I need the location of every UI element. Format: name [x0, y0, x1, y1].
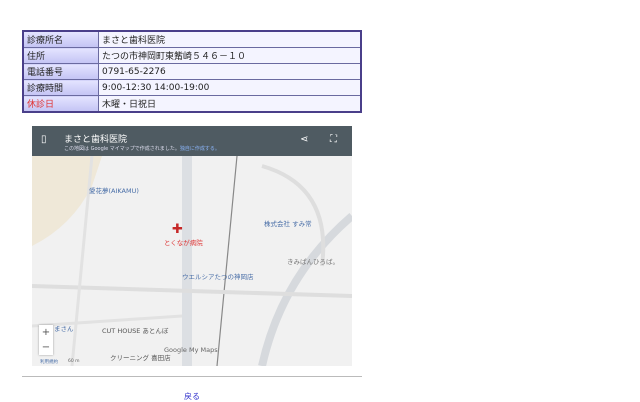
embedded-map[interactable]: ▯ まさと歯科医院 この地図は Google マイマップで作成されました。独自に… [32, 126, 352, 366]
map-label[interactable]: とくなが病院 [164, 237, 203, 247]
row-label: 電話番号 [22, 63, 99, 80]
map-label[interactable]: CUT HOUSE あとんぼ [102, 325, 168, 335]
row-label: 診療所名 [22, 30, 99, 48]
map-subtitle: この地図は Google マイマップで作成されました。 [64, 146, 180, 152]
map-label[interactable]: クリーニング 喜田店 [110, 352, 171, 362]
row-value: 木曜・日祝日 [98, 95, 362, 113]
row-label: 診療時間 [22, 79, 99, 96]
table-row: 休診日 木曜・日祝日 [22, 95, 362, 113]
map-label[interactable]: ウエルシアたつの神岡店 [182, 271, 254, 281]
clinic-info-table: 診療所名 まさと歯科医院 住所 たつの市神岡町東觜崎５４６－１０ 電話番号 0791-65… [22, 30, 362, 113]
table-row: 診療時間 9:00-12:30 14:00-19:00 [22, 79, 362, 96]
fullscreen-icon[interactable]: ⛶ [330, 134, 337, 145]
share-icon[interactable]: ⋖ [300, 134, 308, 145]
zoom-out-button[interactable]: − [39, 340, 53, 355]
map-label[interactable]: まさん [54, 323, 74, 333]
table-row: 電話番号 0791-65-2276 [22, 63, 362, 80]
divider [22, 376, 362, 377]
row-label: 住所 [22, 47, 99, 64]
row-label: 休診日 [22, 95, 99, 113]
row-value: 9:00-12:30 14:00-19:00 [98, 79, 362, 96]
row-value: たつの市神岡町東觜崎５４６－１０ [98, 47, 362, 64]
map-label[interactable]: きみぱんひろば。 [287, 256, 339, 266]
map-title: まさと歯科医院 [64, 135, 128, 145]
zoom-in-button[interactable]: + [39, 325, 53, 340]
create-own-link[interactable]: 独自に作成する。 [180, 146, 220, 152]
row-value: 0791-65-2276 [98, 63, 362, 80]
hospital-marker-icon[interactable]: ✚ [172, 222, 183, 237]
table-row: 診療所名 まさと歯科医院 [22, 30, 362, 48]
terms-link[interactable]: 利用規約 [40, 359, 58, 365]
row-value: まさと歯科医院 [98, 30, 362, 48]
map-label[interactable]: 愛花夢(AIKAMU) [89, 185, 139, 195]
back-link[interactable]: 戻る [184, 391, 200, 402]
zoom-controls: + − [39, 325, 53, 355]
map-label[interactable]: 株式会社 すみ常 [264, 218, 312, 228]
google-logo: Google My Maps [164, 346, 218, 354]
scale-bar: 60 m [68, 359, 80, 364]
map-header: ▯ まさと歯科医院 この地図は Google マイマップで作成されました。独自に… [32, 126, 352, 156]
table-row: 住所 たつの市神岡町東觜崎５４６－１０ [22, 47, 362, 64]
legend-toggle-icon[interactable]: ▯ [41, 134, 47, 145]
